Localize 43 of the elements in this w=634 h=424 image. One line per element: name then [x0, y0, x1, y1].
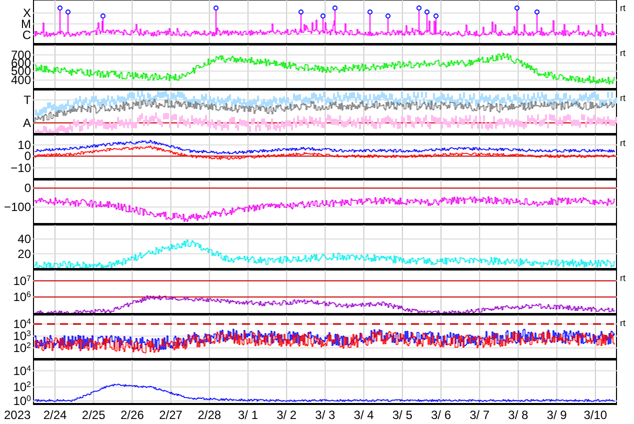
date-label: 3/ 2 [276, 409, 297, 421]
axis-label: −10 [10, 162, 31, 174]
axis-label: 10$^{2}$ [13, 342, 31, 354]
axis-label: 0 [24, 150, 31, 162]
year-label: 2023 [4, 409, 31, 421]
realtime-label: rt [620, 49, 626, 58]
date-label: 3/ 3 [315, 409, 336, 421]
axis-label: 400 [10, 74, 31, 86]
axis-label: 10$^{7}$ [13, 274, 31, 287]
axis-label: 10$^{3}$ [13, 330, 31, 342]
axis-label: 10$^{4}$ [13, 318, 31, 330]
date-label: 2/28 [198, 409, 222, 421]
axis-label: C [22, 28, 31, 41]
axis-label: 20 [18, 248, 31, 260]
axis-label: 0 [24, 182, 31, 194]
axis-label: 10$^{6}$ [13, 291, 31, 303]
date-label: 2/27 [159, 409, 182, 421]
date-label: 3/ 4 [354, 409, 374, 421]
date-label: 3/ 8 [508, 409, 528, 421]
axis-label: A [22, 116, 31, 129]
axis-label: 10$^{2}$ [13, 381, 31, 393]
axis-label: M [21, 18, 31, 30]
realtime-label: rt [620, 319, 626, 328]
realtime-label: rt [620, 274, 626, 283]
axis-label: 10$^{4}$ [13, 364, 31, 377]
axis-label: 40 [18, 232, 31, 245]
axis-label: 10$^{0}$ [13, 394, 31, 407]
date-label: 3/ 1 [238, 409, 258, 421]
axis-label: −100 [4, 201, 31, 213]
date-label: 3/10 [584, 409, 608, 421]
realtime-label: rt [620, 94, 626, 103]
date-label: 3/ 5 [392, 409, 412, 421]
date-label: 3/ 6 [431, 409, 451, 421]
axis-label: T [24, 94, 31, 106]
date-label: 2/26 [120, 409, 144, 421]
date-label: 2/25 [82, 409, 106, 421]
axis-label: X [22, 7, 31, 20]
realtime-label: rt [620, 4, 626, 13]
date-label: 3/ 7 [470, 409, 490, 421]
axis-label: 10 [18, 138, 31, 151]
date-label: 2/24 [43, 409, 67, 421]
realtime-label: rt [620, 139, 626, 148]
date-label: 3/ 9 [546, 409, 567, 421]
